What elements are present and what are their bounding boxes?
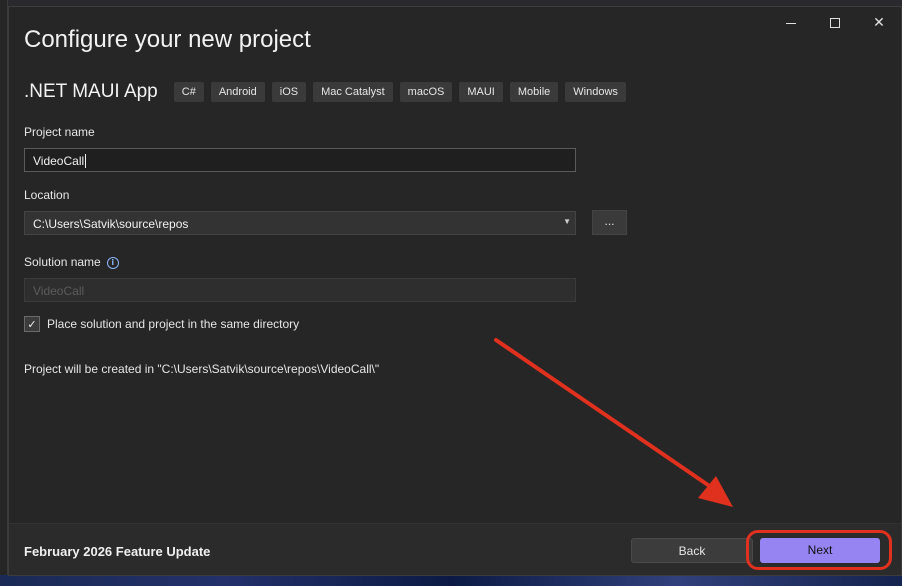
tag-windows: Windows — [565, 82, 626, 102]
tag-ios: iOS — [271, 82, 307, 102]
maximize-button[interactable] — [813, 7, 857, 39]
template-summary: .NET MAUI App C# Android iOS Mac Catalys… — [24, 81, 626, 103]
background-app-panel — [0, 0, 8, 586]
project-name-value: VideoCall — [33, 154, 85, 168]
same-directory-label[interactable]: Place solution and project in the same d… — [47, 317, 299, 331]
text-cursor — [85, 154, 87, 168]
tag-android: Android — [210, 82, 265, 102]
dialog-title: Configure your new project — [24, 26, 311, 53]
tag-mac-catalyst: Mac Catalyst — [313, 82, 393, 102]
dialog-footer: February 2026 Feature Update Back Next — [9, 523, 901, 575]
tag-maui: MAUI — [459, 82, 503, 102]
location-select[interactable]: C:\Users\Satvik\source\repos ▼ — [24, 211, 576, 235]
close-icon: ✕ — [873, 15, 885, 31]
solution-name-input: VideoCall — [24, 278, 576, 302]
tag-macos: macOS — [399, 82, 453, 102]
same-directory-option[interactable]: ✓ Place solution and project in the same… — [24, 316, 299, 332]
template-tags: C# Android iOS Mac Catalyst macOS MAUI M… — [173, 82, 626, 102]
maximize-icon — [830, 18, 840, 28]
minimize-icon — [786, 22, 796, 24]
same-directory-checkbox[interactable]: ✓ — [24, 316, 40, 332]
project-name-input[interactable]: VideoCall — [24, 148, 576, 172]
solution-name-label-text: Solution name — [24, 255, 101, 269]
minimize-button[interactable] — [769, 7, 813, 39]
desktop-wallpaper — [0, 575, 902, 586]
solution-name-label: Solution name i — [24, 255, 119, 269]
project-path-note: Project will be created in "C:\Users\Sat… — [24, 362, 380, 376]
solution-name-value: VideoCall — [33, 284, 85, 298]
tag-mobile: Mobile — [509, 82, 559, 102]
info-icon[interactable]: i — [106, 256, 119, 269]
tag-csharp: C# — [173, 82, 204, 102]
template-name: .NET MAUI App — [24, 81, 158, 102]
chevron-down-icon: ▼ — [563, 217, 571, 226]
check-icon: ✓ — [27, 317, 37, 331]
location-label: Location — [24, 188, 70, 202]
feature-update-note: February 2026 Feature Update — [24, 544, 211, 559]
project-name-label: Project name — [24, 125, 95, 139]
window-controls: ✕ — [769, 7, 901, 39]
back-button[interactable]: Back — [631, 538, 753, 563]
configure-project-dialog: ✕ Configure your new project .NET MAUI A… — [8, 6, 902, 576]
browse-location-button[interactable]: ... — [592, 210, 627, 235]
annotation-highlight-ring — [746, 530, 892, 570]
location-value: C:\Users\Satvik\source\repos — [33, 217, 189, 231]
close-button[interactable]: ✕ — [857, 7, 901, 39]
